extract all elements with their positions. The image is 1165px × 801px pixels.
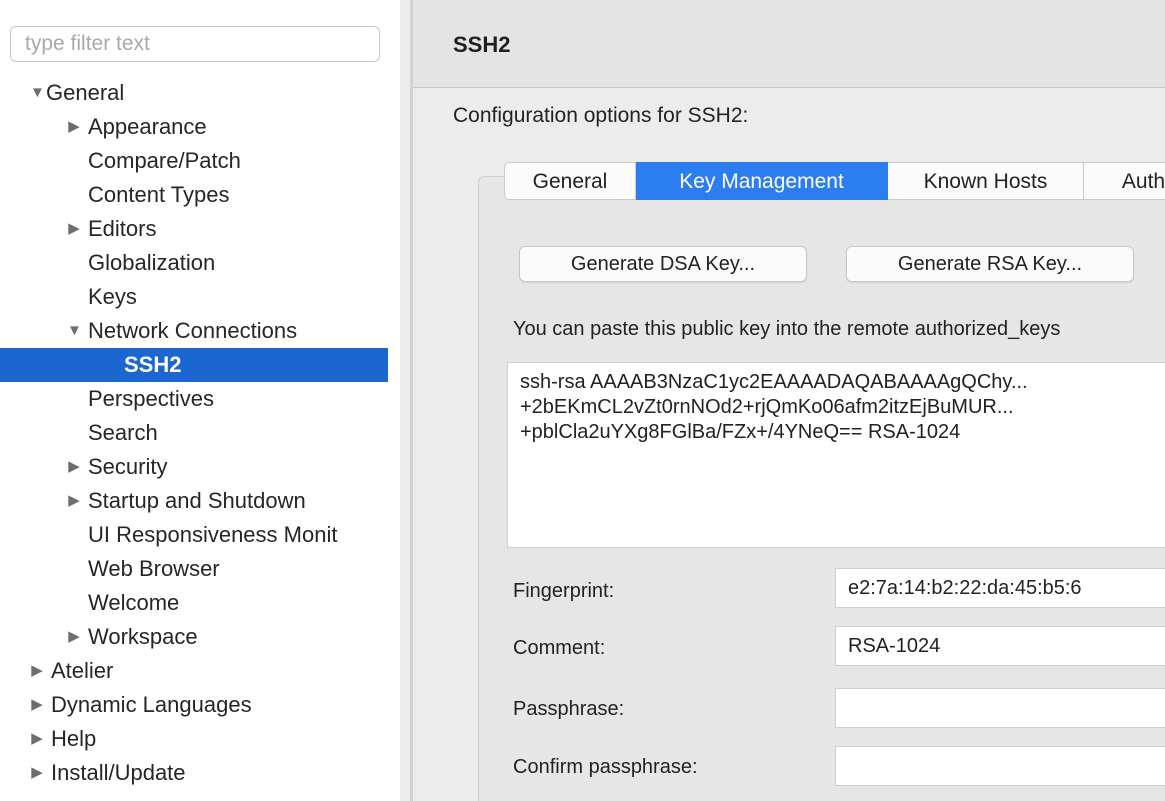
tree-item-install-update[interactable]: ▶ Install/Update xyxy=(0,756,400,790)
tree-item-label: Help xyxy=(51,726,97,751)
tree-item-label: Network Connections xyxy=(88,318,298,343)
tree-item-workspace[interactable]: ▶ Workspace xyxy=(0,620,400,654)
fingerprint-field[interactable]: e2:7a:14:b2:22:da:45:b5:6 xyxy=(835,568,1165,608)
tree-item-label: Welcome xyxy=(88,590,180,615)
public-key-hint: You can paste this public key into the r… xyxy=(513,318,1061,340)
page-title: SSH2 xyxy=(453,32,511,57)
filter-input[interactable] xyxy=(10,26,380,62)
page-header: SSH2 xyxy=(413,0,1165,88)
tree-item-security[interactable]: ▶ Security xyxy=(0,450,400,484)
tree-item-label: Startup and Shutdown xyxy=(88,488,306,513)
collapsed-arrow-icon[interactable]: ▶ xyxy=(30,722,44,756)
tree-item-network-connections[interactable]: ▼ Network Connections xyxy=(0,314,400,348)
tree-item-atelier[interactable]: ▶ Atelier xyxy=(0,654,400,688)
confirm-passphrase-label: Confirm passphrase: xyxy=(513,756,698,778)
tree-item-label: Workspace xyxy=(88,624,198,649)
collapsed-arrow-icon[interactable]: ▶ xyxy=(67,484,81,518)
preferences-tree-pane: ▼ General ▶ Appearance Compare/Patch Con… xyxy=(0,0,400,801)
tree-item-general[interactable]: ▼ General xyxy=(0,76,400,110)
expanded-arrow-icon[interactable]: ▼ xyxy=(30,76,45,110)
collapsed-arrow-icon[interactable]: ▶ xyxy=(67,110,81,144)
preferences-tree: ▼ General ▶ Appearance Compare/Patch Con… xyxy=(0,76,400,790)
tree-item-label: Keys xyxy=(88,284,137,309)
collapsed-arrow-icon[interactable]: ▶ xyxy=(67,620,81,654)
tree-item-label: Security xyxy=(88,454,168,479)
generate-rsa-key-button[interactable]: Generate RSA Key... xyxy=(846,246,1134,282)
tree-item-label: Perspectives xyxy=(88,386,214,411)
tree-item-label: General xyxy=(46,80,125,105)
public-key-line: +pblCla2uYXg8FGlBa/FZx+/4YNeQ== RSA-1024 xyxy=(520,421,961,443)
tree-item-content-types[interactable]: Content Types xyxy=(0,178,400,212)
passphrase-label: Passphrase: xyxy=(513,698,625,720)
tree-item-web-browser[interactable]: Web Browser xyxy=(0,552,400,586)
generate-dsa-key-button[interactable]: Generate DSA Key... xyxy=(519,246,807,282)
tree-item-label: Web Browser xyxy=(88,556,220,581)
collapsed-arrow-icon[interactable]: ▶ xyxy=(67,212,81,246)
page-description: Configuration options for SSH2: xyxy=(453,104,749,127)
tree-item-label: Appearance xyxy=(88,114,207,139)
comment-field[interactable]: RSA-1024 xyxy=(835,626,1165,666)
tree-item-label: Atelier xyxy=(51,658,114,683)
public-key-line: +2bEKmCL2vZt0rnNOd2+rjQmKo06afm2itzEjBuM… xyxy=(520,396,1014,418)
tree-item-label: SSH2 xyxy=(124,352,182,377)
fingerprint-label: Fingerprint: xyxy=(513,580,615,602)
tree-item-perspectives[interactable]: Perspectives xyxy=(0,382,400,416)
comment-label: Comment: xyxy=(513,637,606,659)
tree-item-label: Install/Update xyxy=(51,760,186,785)
tree-item-label: UI Responsiveness Monit xyxy=(88,522,338,547)
tab-key-management[interactable]: Key Management xyxy=(636,162,888,200)
tab-bar: General Key Management Known Hosts Auth xyxy=(504,162,1165,200)
collapsed-arrow-icon[interactable]: ▶ xyxy=(67,450,81,484)
tree-item-keys[interactable]: Keys xyxy=(0,280,400,314)
tree-item-ui-responsiveness[interactable]: UI Responsiveness Monit xyxy=(0,518,400,552)
tree-item-appearance[interactable]: ▶ Appearance xyxy=(0,110,400,144)
tree-item-help[interactable]: ▶ Help xyxy=(0,722,400,756)
tab-auth[interactable]: Auth xyxy=(1084,162,1165,200)
tree-item-startup-shutdown[interactable]: ▶ Startup and Shutdown xyxy=(0,484,400,518)
tree-item-ssh2[interactable]: SSH2 xyxy=(0,348,388,382)
tree-item-label: Dynamic Languages xyxy=(51,692,252,717)
tab-known-hosts[interactable]: Known Hosts xyxy=(888,162,1084,200)
preference-page: SSH2 Configuration options for SSH2: Gen… xyxy=(413,0,1165,801)
tree-item-welcome[interactable]: Welcome xyxy=(0,586,400,620)
tree-item-editors[interactable]: ▶ Editors xyxy=(0,212,400,246)
tree-item-label: Content Types xyxy=(88,182,230,207)
tree-item-search[interactable]: Search xyxy=(0,416,400,450)
tree-item-label: Editors xyxy=(88,216,157,241)
collapsed-arrow-icon[interactable]: ▶ xyxy=(30,654,44,688)
confirm-passphrase-field[interactable] xyxy=(835,746,1165,786)
collapsed-arrow-icon[interactable]: ▶ xyxy=(30,756,44,790)
collapsed-arrow-icon[interactable]: ▶ xyxy=(30,688,44,722)
tree-item-label: Compare/Patch xyxy=(88,148,241,173)
expanded-arrow-icon[interactable]: ▼ xyxy=(67,314,82,348)
tree-item-dynamic-languages[interactable]: ▶ Dynamic Languages xyxy=(0,688,400,722)
tree-item-compare-patch[interactable]: Compare/Patch xyxy=(0,144,400,178)
tree-item-globalization[interactable]: Globalization xyxy=(0,246,400,280)
tree-item-label: Search xyxy=(88,420,158,445)
passphrase-field[interactable] xyxy=(835,688,1165,728)
public-key-line: ssh-rsa AAAAB3NzaC1yc2EAAAADAQABAAAAgQCh… xyxy=(520,371,1028,393)
tree-item-label: Globalization xyxy=(88,250,216,275)
public-key-textarea[interactable]: ssh-rsa AAAAB3NzaC1yc2EAAAADAQABAAAAgQCh… xyxy=(507,362,1165,548)
tab-general[interactable]: General xyxy=(504,162,636,200)
